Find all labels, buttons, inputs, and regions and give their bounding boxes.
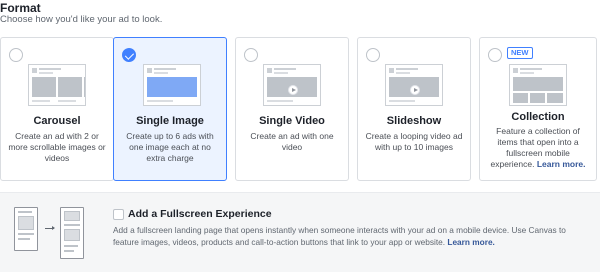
new-badge: NEW <box>507 47 533 59</box>
format-description: Create a looping video ad with up to 10 … <box>365 131 463 152</box>
radio-carousel[interactable] <box>9 48 23 62</box>
format-description: Create up to 6 ads with one image each a… <box>126 131 214 163</box>
phone-canvas-icon <box>60 207 84 259</box>
format-name: Single Image <box>136 115 204 127</box>
format-description: Create an ad with one video <box>250 131 334 152</box>
slideshow-preview-icon <box>385 64 443 106</box>
format-name: Single Video <box>259 115 325 127</box>
format-name: Collection <box>511 111 565 123</box>
format-card-slideshow[interactable]: Slideshow Create a looping video ad with… <box>357 37 471 181</box>
radio-collection[interactable] <box>488 48 502 62</box>
fullscreen-learn-more-link[interactable]: Learn more. <box>447 237 495 247</box>
format-card-collection[interactable]: NEW Collection Feature a collection of i… <box>479 37 597 181</box>
play-icon <box>288 85 298 95</box>
format-card-single-video[interactable]: Single Video Create an ad with one video <box>235 37 349 181</box>
single-image-preview-icon <box>143 64 201 106</box>
arrow-right-icon <box>45 226 55 230</box>
play-icon <box>410 85 420 95</box>
format-name: Slideshow <box>386 115 442 127</box>
collection-preview-icon <box>509 64 567 106</box>
radio-single-image[interactable] <box>122 48 136 62</box>
format-description: Create an ad with 2 or more scrollable i… <box>8 131 106 163</box>
format-description: Feature a collection of items that open … <box>486 126 590 170</box>
fullscreen-experience-illustration <box>14 207 94 263</box>
format-card-single-image[interactable]: Single Image Create up to 6 ads with one… <box>113 37 227 181</box>
format-name: Carousel <box>33 115 81 127</box>
single-video-preview-icon <box>263 64 321 106</box>
section-subtitle: Choose how you'd like your ad to look. <box>0 14 163 25</box>
format-card-carousel[interactable]: Carousel Create an ad with 2 or more scr… <box>0 37 114 181</box>
fullscreen-description: Add a fullscreen landing page that opens… <box>113 224 583 248</box>
carousel-preview-icon <box>28 64 86 106</box>
fullscreen-checkbox[interactable] <box>113 209 124 220</box>
fullscreen-description-text: Add a fullscreen landing page that opens… <box>113 225 566 247</box>
section-title: Format <box>0 1 41 15</box>
format-options: Carousel Create an ad with 2 or more scr… <box>0 37 600 182</box>
learn-more-link[interactable]: Learn more. <box>537 159 586 169</box>
fullscreen-experience-panel: Add a Fullscreen Experience Add a fullsc… <box>0 192 600 272</box>
radio-slideshow[interactable] <box>366 48 380 62</box>
fullscreen-title: Add a Fullscreen Experience <box>128 208 272 220</box>
phone-ad-icon <box>14 207 38 251</box>
radio-single-video[interactable] <box>244 48 258 62</box>
